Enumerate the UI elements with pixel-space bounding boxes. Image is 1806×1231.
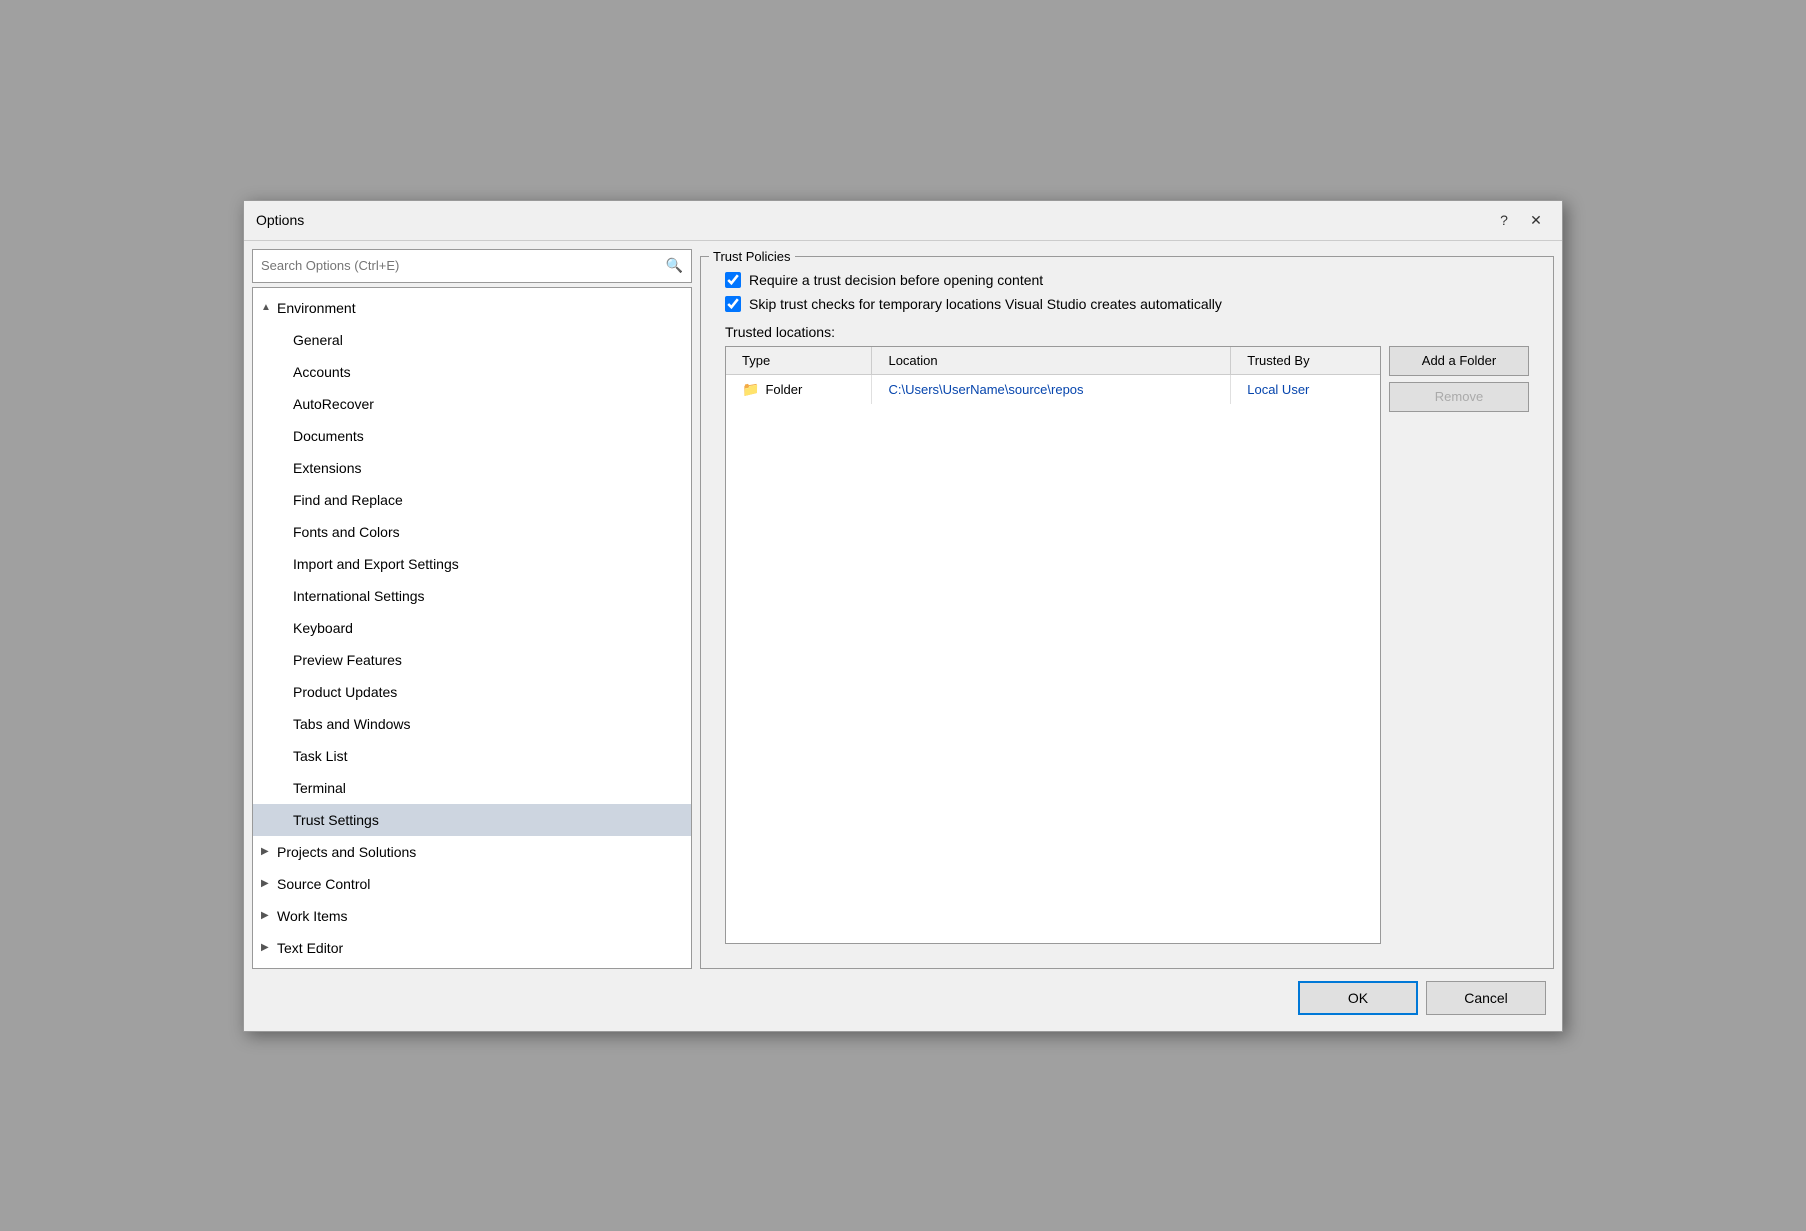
tree-item-label: Extensions [293, 460, 361, 476]
tree-item-text-editor[interactable]: ▶ Text Editor [253, 932, 691, 964]
search-box: 🔍 [252, 249, 692, 283]
tree-item-work-items[interactable]: ▶ Work Items [253, 900, 691, 932]
title-bar: Options ? ✕ [244, 201, 1562, 241]
tree-item-terminal[interactable]: Terminal [253, 772, 691, 804]
help-button[interactable]: ? [1490, 208, 1518, 232]
add-folder-button[interactable]: Add a Folder [1389, 346, 1529, 376]
title-bar-controls: ? ✕ [1490, 208, 1550, 232]
cell-location: C:\Users\UserName\source\repos [872, 374, 1231, 404]
tree-item-fonts-colors[interactable]: Fonts and Colors [253, 516, 691, 548]
type-cell: 📁 Folder [742, 381, 855, 398]
tree-item-label: Product Updates [293, 684, 397, 700]
locations-table-wrap: Type Location Trusted By [725, 346, 1381, 944]
locations-area: Type Location Trusted By [725, 346, 1529, 944]
policy-section: Require a trust decision before opening … [709, 264, 1545, 320]
tree-item-international[interactable]: International Settings [253, 580, 691, 612]
col-type: Type [726, 347, 872, 375]
dialog-body: 🔍 ▲ Environment General Accounts [244, 241, 1562, 1031]
folder-icon: 📁 [742, 381, 759, 398]
checkbox-skip-trust[interactable] [725, 296, 741, 312]
col-trusted-by: Trusted By [1231, 347, 1380, 375]
options-dialog: Options ? ✕ 🔍 ▲ Environment [243, 200, 1563, 1032]
col-location: Location [872, 347, 1231, 375]
spacer [709, 944, 1545, 960]
tree-view: ▲ Environment General Accounts AutoRecov… [252, 287, 692, 969]
left-panel: 🔍 ▲ Environment General Accounts [252, 249, 692, 969]
checkbox-label-1: Require a trust decision before opening … [749, 272, 1043, 288]
tree-item-documents[interactable]: Documents [253, 420, 691, 452]
tree-item-environment[interactable]: ▲ Environment [253, 292, 691, 324]
trust-policies-group: Trust Policies Require a trust decision … [700, 249, 1554, 969]
tree-item-label: Source Control [277, 876, 370, 892]
tree-item-label: Terminal [293, 780, 346, 796]
tree-item-label: Import and Export Settings [293, 556, 459, 572]
arrow-down-icon: ▲ [261, 302, 277, 313]
tree-item-keyboard[interactable]: Keyboard [253, 612, 691, 644]
close-button[interactable]: ✕ [1522, 208, 1550, 232]
tree-item-source-control[interactable]: ▶ Source Control [253, 868, 691, 900]
tree-item-task-list[interactable]: Task List [253, 740, 691, 772]
tree-item-preview-features[interactable]: Preview Features [253, 644, 691, 676]
tree-item-autorecover[interactable]: AutoRecover [253, 388, 691, 420]
search-input[interactable] [253, 258, 658, 273]
right-panel: Trust Policies Require a trust decision … [700, 249, 1554, 969]
tree-item-accounts[interactable]: Accounts [253, 356, 691, 388]
location-path: C:\Users\UserName\source\repos [888, 382, 1083, 397]
arrow-right-icon: ▶ [261, 910, 277, 921]
tree-item-label: International Settings [293, 588, 425, 604]
tree-item-label: Preview Features [293, 652, 402, 668]
arrow-right-icon: ▶ [261, 846, 277, 857]
tree-item-label: Tabs and Windows [293, 716, 411, 732]
tree-item-trust-settings[interactable]: Trust Settings [253, 804, 691, 836]
tree-item-label: Accounts [293, 364, 351, 380]
arrow-right-icon: ▶ [261, 942, 277, 953]
group-legend: Trust Policies [709, 249, 795, 264]
checkbox-row-2: Skip trust checks for temporary location… [725, 296, 1529, 312]
dialog-title: Options [256, 212, 1490, 228]
type-label: Folder [765, 382, 802, 397]
tree-item-general[interactable]: General [253, 324, 691, 356]
locations-table: Type Location Trusted By [726, 347, 1380, 404]
checkbox-require-trust[interactable] [725, 272, 741, 288]
tree-item-label: Find and Replace [293, 492, 403, 508]
table-header-row: Type Location Trusted By [726, 347, 1380, 375]
cancel-button[interactable]: Cancel [1426, 981, 1546, 1015]
tree-item-label: Work Items [277, 908, 348, 924]
tree-item-tabs-windows[interactable]: Tabs and Windows [253, 708, 691, 740]
tree-item-label: Task List [293, 748, 347, 764]
trusted-by-value: Local User [1247, 382, 1309, 397]
tree-item-import-export[interactable]: Import and Export Settings [253, 548, 691, 580]
side-buttons: Add a Folder Remove [1389, 346, 1529, 944]
dialog-footer: OK Cancel [252, 969, 1554, 1023]
tree-item-extensions[interactable]: Extensions [253, 452, 691, 484]
trusted-locations-label: Trusted locations: [709, 320, 1545, 346]
tree-item-label: Keyboard [293, 620, 353, 636]
main-content: 🔍 ▲ Environment General Accounts [252, 249, 1554, 969]
cell-type: 📁 Folder [726, 374, 872, 404]
tree-item-product-updates[interactable]: Product Updates [253, 676, 691, 708]
table-row[interactable]: 📁 Folder C:\Users\UserName\source\repos [726, 374, 1380, 404]
tree-item-find-replace[interactable]: Find and Replace [253, 484, 691, 516]
tree-item-label: Text Editor [277, 940, 343, 956]
tree-item-label: Fonts and Colors [293, 524, 400, 540]
checkbox-row-1: Require a trust decision before opening … [725, 272, 1529, 288]
tree-item-label: Projects and Solutions [277, 844, 416, 860]
remove-button[interactable]: Remove [1389, 382, 1529, 412]
checkbox-label-2: Skip trust checks for temporary location… [749, 296, 1222, 312]
cell-trusted-by: Local User [1231, 374, 1380, 404]
tree-item-label: Trust Settings [293, 812, 379, 828]
arrow-right-icon: ▶ [261, 878, 277, 889]
tree-item-label: AutoRecover [293, 396, 374, 412]
tree-item-projects-solutions[interactable]: ▶ Projects and Solutions [253, 836, 691, 868]
tree-item-label: Documents [293, 428, 364, 444]
ok-button[interactable]: OK [1298, 981, 1418, 1015]
tree-item-label: General [293, 332, 343, 348]
tree-item-label: Environment [277, 300, 356, 316]
search-icon: 🔍 [658, 257, 691, 274]
